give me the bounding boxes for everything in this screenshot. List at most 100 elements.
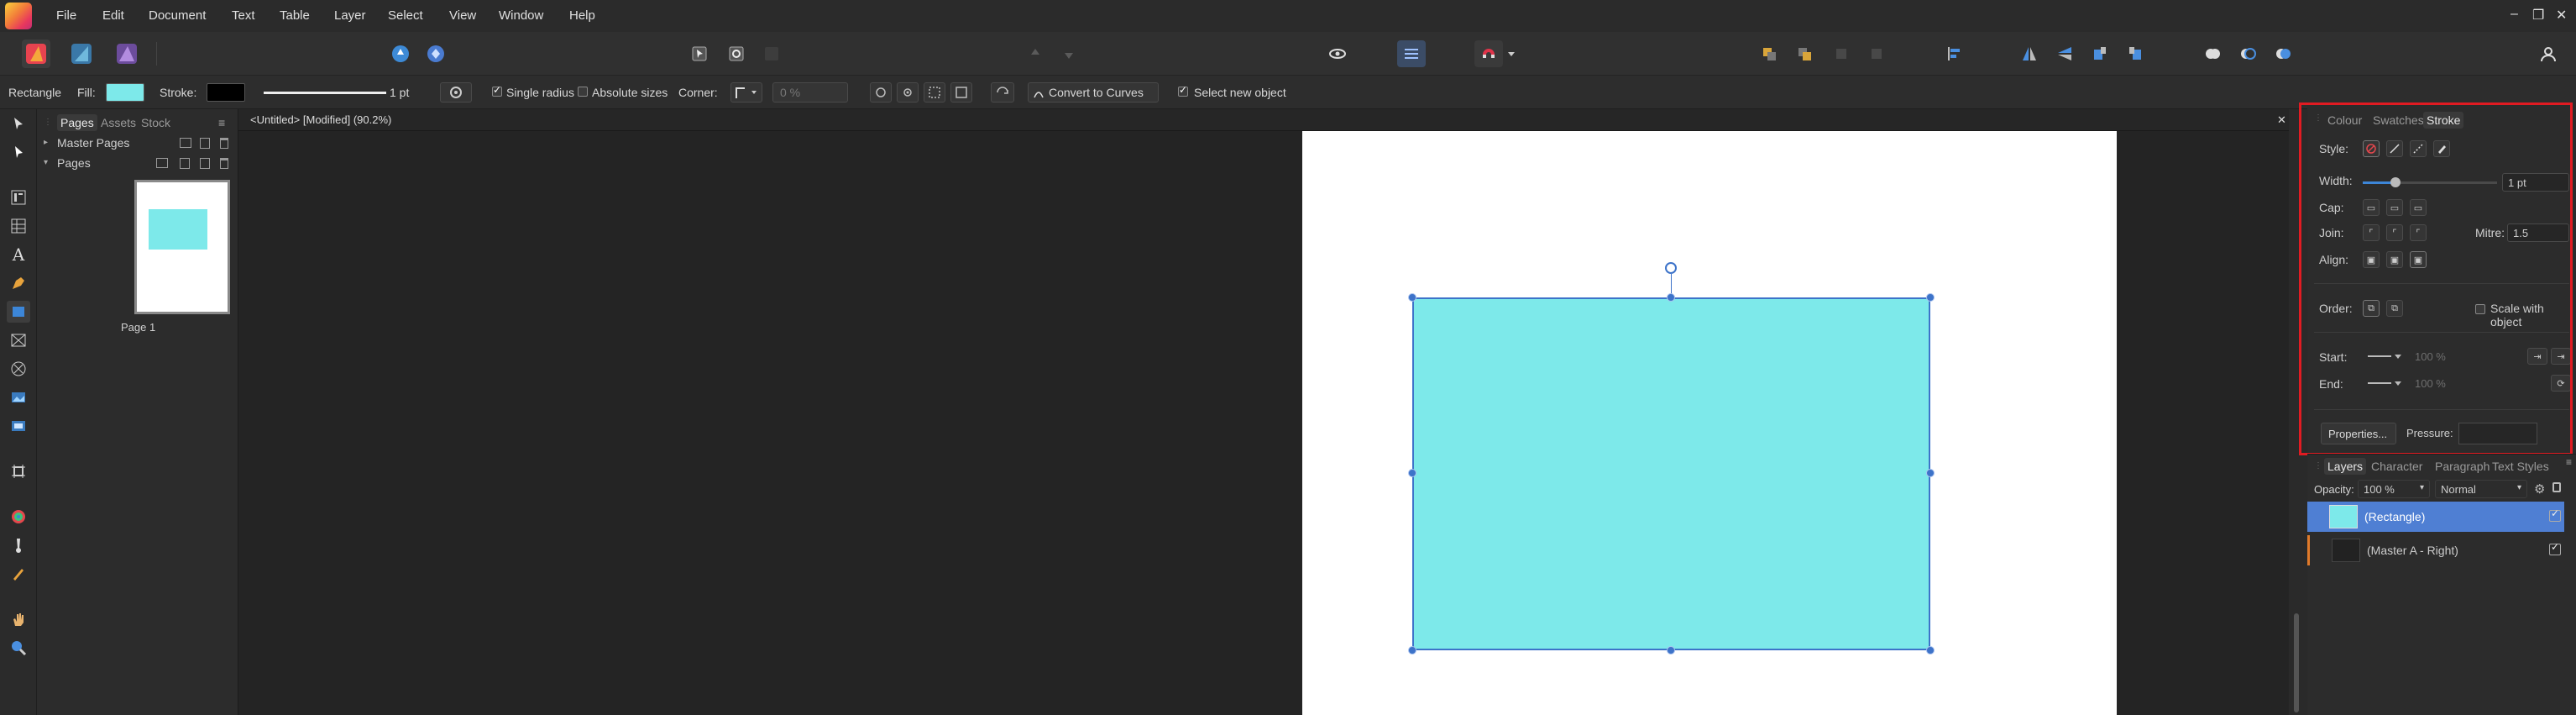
boolean-intersect-icon[interactable] [2269, 40, 2297, 67]
boolean-subtract-icon[interactable] [2233, 40, 2262, 67]
menu-file[interactable]: File [56, 8, 76, 23]
gear-preferences-icon[interactable] [421, 40, 450, 67]
hand-tool-icon[interactable] [7, 608, 30, 630]
rotation-handle[interactable] [1665, 262, 1677, 274]
transform-bounds-icon[interactable] [924, 82, 945, 103]
restore-icon[interactable]: ❐ [2532, 7, 2544, 24]
corner-value-field[interactable]: 0 % [772, 82, 848, 103]
menu-edit[interactable]: Edit [102, 8, 124, 23]
tab-stroke[interactable]: Stroke [2423, 112, 2464, 129]
selection-handle-left[interactable] [1408, 469, 1416, 477]
flip-horizontal-icon[interactable] [2015, 40, 2044, 67]
picture-frame-tool-icon[interactable] [7, 329, 30, 351]
fill-tool-icon[interactable] [7, 534, 30, 556]
single-radius-checkbox[interactable] [492, 84, 502, 97]
photo-persona-icon[interactable] [113, 39, 141, 68]
stroke-dashed-icon[interactable] [2410, 140, 2427, 157]
document-tab-title[interactable]: <Untitled> [Modified] (90.2%) [250, 113, 391, 126]
end-arrowhead-dropdown[interactable] [2361, 375, 2403, 393]
cap-butt-icon[interactable]: ▭ [2363, 199, 2380, 216]
color-picker-tool-icon[interactable] [7, 506, 30, 528]
menu-window[interactable]: Window [499, 8, 543, 23]
tab-pages[interactable]: Pages [57, 114, 97, 131]
arrange-forward-icon[interactable] [1790, 40, 1819, 67]
ellipse-frame-tool-icon[interactable] [7, 358, 30, 380]
close-window-icon[interactable]: ✕ [2556, 7, 2567, 24]
text-frame-icon[interactable] [1397, 40, 1426, 67]
cap-square-icon[interactable]: ▭ [2410, 199, 2427, 216]
place-image-tool-icon[interactable] [7, 386, 30, 408]
menu-layer[interactable]: Layer [334, 8, 366, 23]
selection-handle-top[interactable] [1667, 293, 1675, 302]
stroke-width-value[interactable]: 1 pt [390, 86, 409, 99]
pages-label[interactable]: Pages [57, 156, 91, 170]
layers-panel-grip-icon[interactable]: ⋮ [2314, 461, 2322, 471]
publisher-persona-icon[interactable] [22, 39, 50, 68]
flip-vertical-icon[interactable] [2050, 40, 2079, 67]
width-value-field[interactable]: 1 pt [2502, 173, 2569, 192]
page-options-icon[interactable] [156, 158, 168, 168]
layer-name[interactable]: (Rectangle) [2364, 510, 2425, 523]
transparency-tool-icon[interactable] [7, 563, 30, 585]
master-pages-label[interactable]: Master Pages [57, 136, 129, 150]
start-scale-field[interactable]: 100 % [2410, 348, 2474, 366]
master-page-add-icon[interactable] [200, 138, 210, 149]
layer-visibility-checkbox[interactable] [2549, 507, 2561, 522]
pages-expand-icon[interactable]: ▾ [44, 158, 48, 167]
panel-menu-icon[interactable]: ≡ [218, 116, 225, 129]
align-inside-stroke-icon[interactable]: ▣ [2386, 251, 2403, 268]
vertical-scrollbar[interactable] [2289, 109, 2307, 715]
cap-round-icon[interactable]: ▭ [2386, 199, 2403, 216]
table-tool-icon[interactable] [7, 215, 30, 237]
layer-row[interactable]: (Rectangle) [2307, 502, 2564, 532]
view-artboard-tool-icon[interactable] [7, 460, 30, 482]
stroke-color-swatch[interactable] [207, 83, 245, 102]
convert-to-curves-button[interactable]: Convert to Curves [1028, 82, 1159, 103]
menu-view[interactable]: View [449, 8, 476, 23]
stroke-brush-icon[interactable] [2433, 140, 2450, 157]
snapping-magnet-icon[interactable] [1474, 40, 1503, 67]
align-icon[interactable] [1940, 40, 1968, 67]
lock-icon[interactable] [2552, 482, 2561, 492]
stroke-panel-grip-icon[interactable]: ⋮ [2314, 113, 2322, 123]
menu-table[interactable]: Table [280, 8, 310, 23]
scale-with-object-checkbox[interactable] [2475, 304, 2485, 314]
boolean-add-icon[interactable] [2198, 40, 2227, 67]
page-thumbnail[interactable] [134, 180, 230, 314]
text-frame-tool-icon[interactable] [7, 187, 30, 208]
refresh-shape-icon[interactable] [991, 82, 1014, 103]
opacity-dropdown-icon[interactable]: ▾ [2420, 483, 2424, 492]
stroke-width-line[interactable] [264, 92, 386, 94]
master-page-delete-icon[interactable] [220, 138, 228, 149]
minimize-icon[interactable]: – [2511, 7, 2518, 22]
layer-visibility-checkbox[interactable] [2549, 541, 2561, 555]
align-outside-stroke-icon[interactable]: ▣ [2410, 251, 2427, 268]
layer-name[interactable]: (Master A - Right) [2367, 544, 2458, 557]
selection-handle-top-right[interactable] [1926, 293, 1935, 302]
pressure-graph[interactable] [2458, 423, 2537, 444]
rectangle-tool-icon[interactable] [7, 301, 30, 323]
designer-persona-icon[interactable] [67, 39, 96, 68]
opacity-field[interactable]: 100 % ▾ [2358, 480, 2430, 498]
snapping-dropdown-icon[interactable] [1505, 40, 1518, 67]
corner-settings-button[interactable] [440, 82, 472, 103]
master-page-options-icon[interactable] [180, 138, 191, 148]
end-scale-field[interactable]: 100 % [2410, 375, 2474, 393]
rotate-left-icon[interactable] [2086, 40, 2114, 67]
artistic-text-tool-icon[interactable]: A [7, 244, 30, 265]
absolute-sizes-checkbox[interactable] [578, 87, 588, 97]
stroke-solid-icon[interactable] [2386, 140, 2403, 157]
stroke-none-icon[interactable] [2363, 140, 2380, 157]
rectangle-shape[interactable] [1412, 297, 1930, 650]
page-add-icon[interactable] [180, 158, 190, 169]
mitre-value-field[interactable]: 1.5 [2507, 223, 2569, 242]
transform-center-icon[interactable] [897, 82, 919, 103]
panel-grip-icon[interactable]: ⋮ [44, 118, 52, 127]
properties-button[interactable]: Properties... [2321, 423, 2396, 444]
menu-document[interactable]: Document [149, 8, 206, 23]
scrollbar-thumb[interactable] [2294, 613, 2299, 712]
move-tool-icon[interactable] [7, 113, 30, 134]
blend-mode-dropdown[interactable]: Normal ▾ [2435, 480, 2527, 498]
transform-origin-icon[interactable] [870, 82, 892, 103]
menu-help[interactable]: Help [569, 8, 595, 23]
